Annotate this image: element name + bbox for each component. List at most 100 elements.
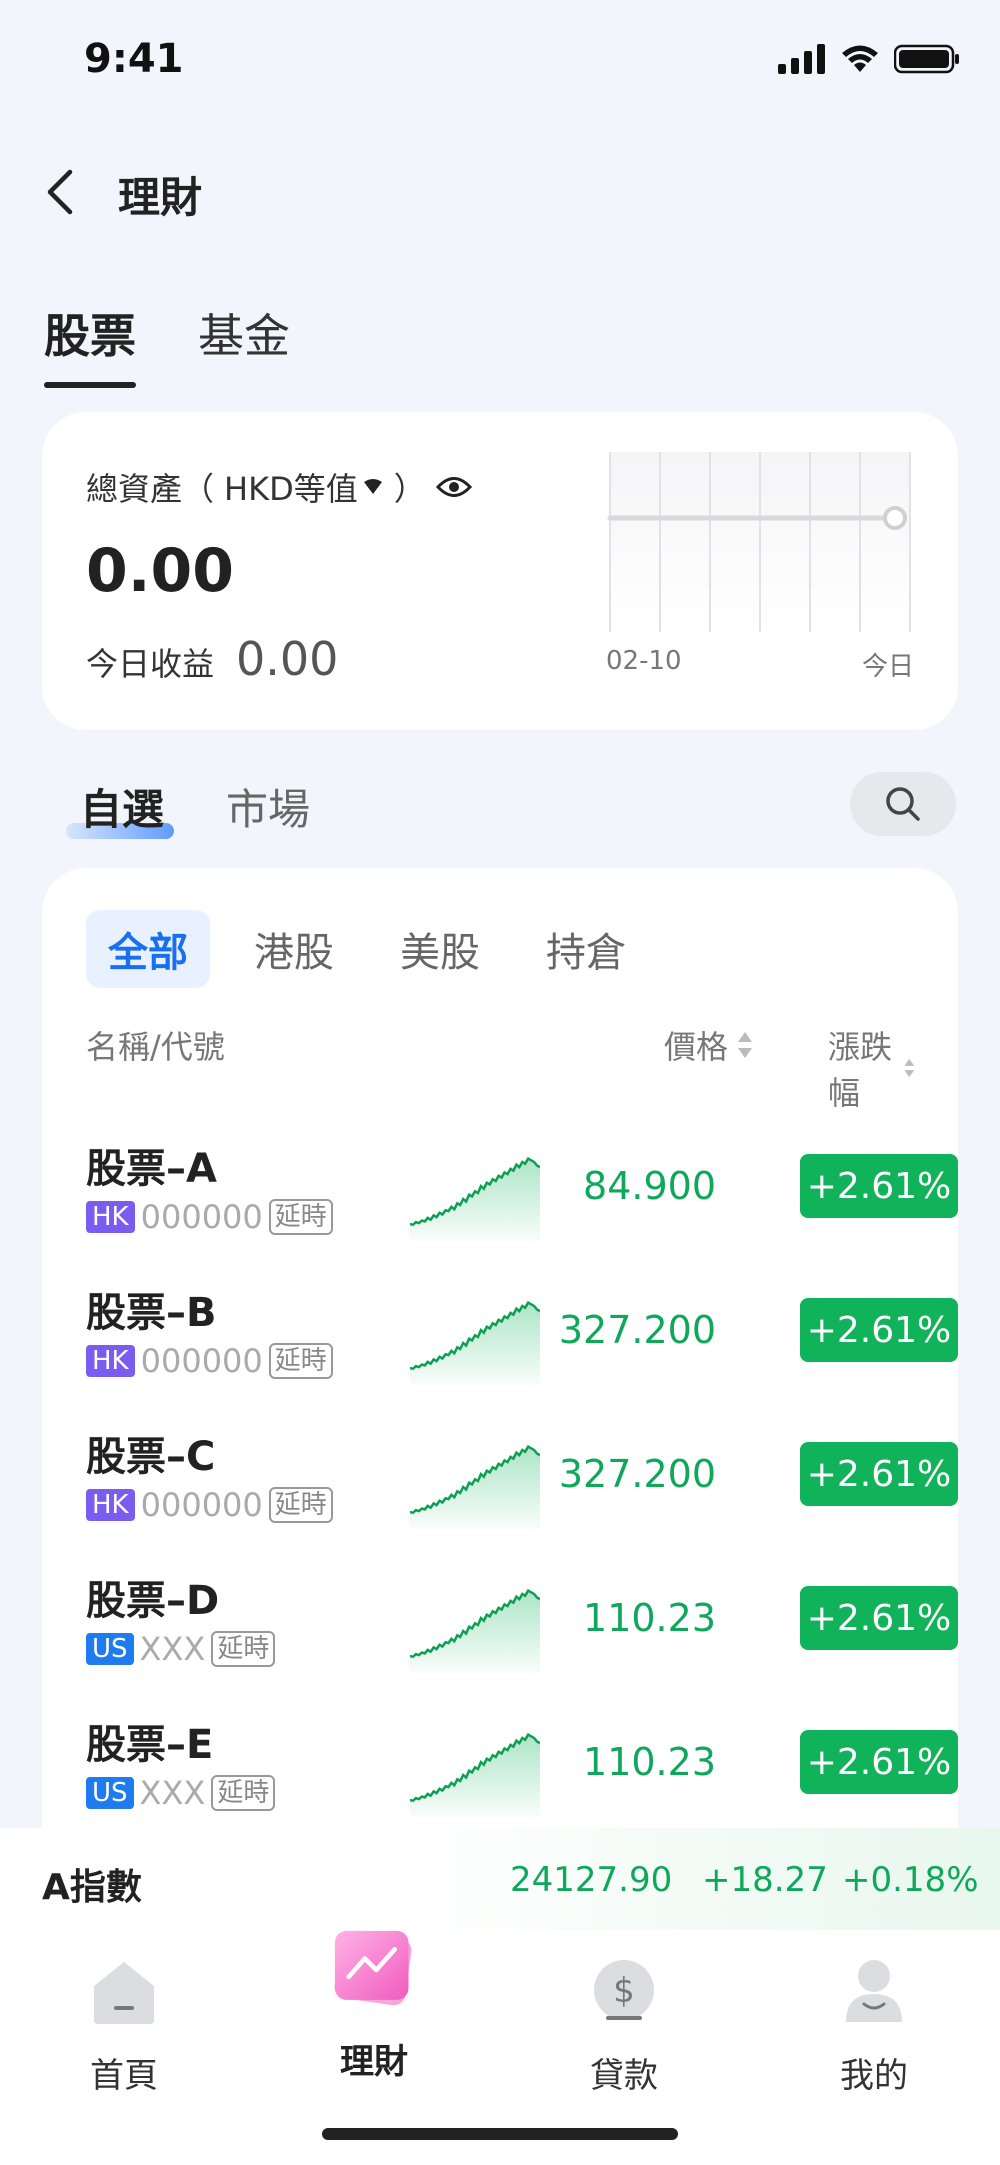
tab-wealth[interactable]: 理財	[274, 1930, 474, 2083]
sparkline-area	[410, 1590, 540, 1674]
tab-wealth-label: 理財	[340, 2042, 408, 2082]
tab-loan-label: 貸款	[590, 2056, 658, 2096]
delay-tag: 延時	[211, 1631, 276, 1667]
index-change: +18.27	[702, 1860, 828, 1900]
asset-summary-card: 總資產（ HKD等值 ） 0.00 今日收益 0.00 02-10 今日	[42, 412, 958, 730]
sparkline-area	[410, 1446, 540, 1530]
sparkline-chart	[410, 1300, 540, 1386]
stock-list-card: 全部 港股 美股 持倉 名稱/代號 價格 漲跌幅 股票–A HK 000000 …	[42, 868, 958, 1928]
asset-trend-point	[883, 506, 907, 530]
delay-tag: 延時	[268, 1343, 333, 1379]
tab-market[interactable]: 市場	[226, 776, 310, 837]
chart-start-date: 02-10	[606, 646, 682, 676]
wifi-icon	[842, 45, 878, 72]
today-earnings-label: 今日收益	[86, 645, 215, 683]
caret-down-icon	[363, 479, 382, 494]
stock-name: 股票–B	[86, 1290, 217, 1336]
column-change-sort[interactable]: 漲跌幅	[828, 1022, 916, 1114]
today-earnings: 今日收益 0.00	[86, 632, 338, 686]
tab-funds[interactable]: 基金	[198, 300, 290, 388]
sparkline-area	[410, 1158, 540, 1242]
status-time: 9:41	[84, 36, 184, 82]
sparkline-chart	[410, 1444, 540, 1530]
delay-tag: 延時	[268, 1487, 333, 1523]
sparkline-chart	[410, 1588, 540, 1674]
change-badge: +2.61%	[800, 1586, 958, 1650]
stock-code: 000000	[140, 1342, 263, 1380]
today-earnings-value: 0.00	[236, 632, 339, 686]
tab-loan[interactable]: $ 貸款	[524, 1950, 724, 2097]
market-badge: HK	[86, 1201, 135, 1233]
tab-home-label: 首頁	[90, 2056, 158, 2096]
total-assets-label-suffix: ）	[393, 470, 426, 508]
stock-meta: US XXX 延時	[86, 1774, 276, 1812]
stock-price: 327.200	[558, 1452, 716, 1496]
stock-name: 股票–D	[86, 1578, 220, 1624]
delay-tag: 延時	[211, 1775, 276, 1811]
column-change-label: 漲跌幅	[828, 1028, 893, 1112]
filter-us[interactable]: 美股	[378, 910, 502, 988]
stock-code: XXX	[139, 1774, 206, 1812]
stock-row[interactable]: 股票–C HK 000000 延時 327.200 +2.61%	[86, 1424, 958, 1544]
stock-meta: US XXX 延時	[86, 1630, 276, 1668]
column-price-sort[interactable]: 價格	[664, 1022, 754, 1068]
column-name: 名稱/代號	[86, 1028, 225, 1066]
stock-price: 110.23	[583, 1740, 716, 1784]
stock-meta: HK 000000 延時	[86, 1486, 333, 1524]
top-tabs: 股票 基金	[44, 300, 290, 388]
change-badge: +2.61%	[800, 1298, 958, 1362]
column-headers: 名稱/代號 價格 漲跌幅	[86, 1022, 916, 1112]
stock-code: XXX	[139, 1630, 206, 1668]
stock-price: 84.900	[583, 1164, 716, 1208]
tab-profile[interactable]: 我的	[774, 1950, 974, 2097]
index-ticker-bar[interactable]: A指數 24127.90 +18.27 +0.18%	[0, 1828, 1000, 1934]
stock-row[interactable]: 股票–A HK 000000 延時 84.900 +2.61%	[86, 1136, 958, 1256]
stock-meta: HK 000000 延時	[86, 1342, 333, 1380]
status-bar: 9:41	[0, 0, 1000, 120]
index-value: 24127.90	[510, 1860, 673, 1900]
filter-holdings[interactable]: 持倉	[524, 910, 648, 988]
column-price-label: 價格	[664, 1028, 729, 1066]
stock-row[interactable]: 股票–D US XXX 延時 110.23 +2.61%	[86, 1568, 958, 1688]
tab-profile-label: 我的	[840, 2056, 908, 2096]
eye-icon[interactable]	[435, 474, 472, 500]
asset-trend-chart	[607, 452, 911, 632]
signal-icon	[778, 44, 825, 74]
search-button[interactable]	[850, 772, 956, 836]
tab-home[interactable]: 首頁	[24, 1950, 224, 2097]
change-badge: +2.61%	[800, 1730, 958, 1794]
loan-icon: $	[594, 1960, 654, 2020]
filter-all[interactable]: 全部	[86, 910, 210, 988]
stock-row[interactable]: 股票–E US XXX 延時 110.23 +2.61%	[86, 1712, 958, 1832]
sparkline-chart	[410, 1156, 540, 1242]
total-assets-label-prefix: 總資產（	[86, 470, 215, 508]
delay-tag: 延時	[268, 1199, 333, 1235]
index-name: A指數	[42, 1867, 142, 1908]
sort-icon	[738, 1032, 753, 1058]
stock-code: 000000	[140, 1486, 263, 1524]
page-title: 理財	[118, 173, 203, 222]
filter-tabs: 全部 港股 美股 持倉	[86, 910, 670, 988]
stock-code: 000000	[140, 1198, 263, 1236]
tab-stocks[interactable]: 股票	[44, 300, 136, 388]
nav-bar: 理財	[0, 150, 1000, 230]
sparkline-area	[410, 1734, 540, 1818]
search-icon	[886, 787, 920, 821]
stock-price: 110.23	[583, 1596, 716, 1640]
market-badge: HK	[86, 1489, 135, 1521]
battery-icon	[894, 44, 959, 74]
tab-watchlist-label: 自選	[80, 785, 165, 834]
total-assets-value: 0.00	[86, 536, 235, 606]
status-icons	[778, 44, 960, 74]
filter-hk[interactable]: 港股	[232, 910, 356, 988]
home-icon	[94, 1962, 154, 2024]
chart-end-date: 今日	[862, 652, 915, 682]
currency-selector[interactable]: HKD等值	[224, 464, 384, 510]
stock-row[interactable]: 股票–B HK 000000 延時 327.200 +2.61%	[86, 1280, 958, 1400]
index-change-percent: +0.18%	[842, 1860, 979, 1900]
market-badge: HK	[86, 1345, 135, 1377]
back-arrow-icon[interactable]	[40, 166, 84, 218]
sparkline-area	[410, 1302, 540, 1386]
tab-watchlist[interactable]: 自選	[66, 776, 175, 839]
sparkline-chart	[410, 1732, 540, 1818]
